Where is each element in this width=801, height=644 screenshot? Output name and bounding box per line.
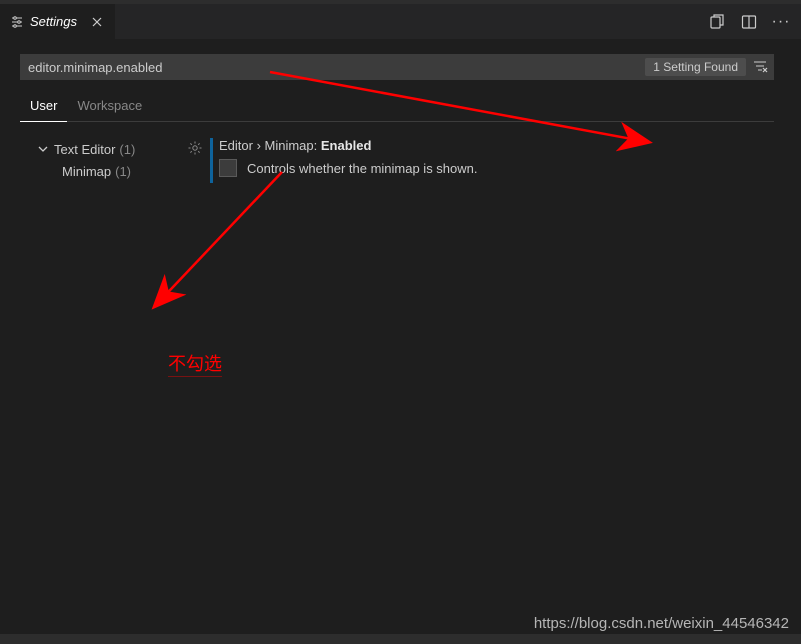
tree-count: (1) [115, 164, 131, 179]
tab-bar: Settings ··· [0, 4, 801, 39]
tree-label: Text Editor [54, 142, 115, 157]
close-icon[interactable] [87, 12, 107, 32]
search-result-count: 1 Setting Found [645, 58, 746, 76]
scope-tabs: User Workspace [20, 92, 774, 122]
tree-item-text-editor[interactable]: Text Editor (1) [0, 138, 180, 160]
tree-item-minimap[interactable]: Minimap (1) [0, 160, 180, 182]
setting-description: Controls whether the minimap is shown. [247, 161, 478, 176]
clear-filter-icon[interactable] [752, 59, 768, 75]
setting-row-minimap-enabled: Editor › Minimap: Enabled Controls wheth… [180, 138, 801, 183]
settings-tree: Text Editor (1) Minimap (1) [0, 132, 180, 183]
bottom-strip [0, 634, 801, 644]
settings-search-row: 1 Setting Found [20, 54, 774, 80]
tab-settings[interactable]: Settings [0, 4, 116, 39]
more-actions-icon[interactable]: ··· [773, 14, 789, 30]
scope-tab-user[interactable]: User [20, 92, 67, 122]
tab-label: Settings [30, 14, 77, 29]
settings-search-input[interactable] [28, 60, 645, 75]
settings-tab-icon [10, 15, 24, 29]
setting-title: Editor › Minimap: Enabled [219, 138, 478, 153]
tree-count: (1) [119, 142, 135, 157]
chevron-down-icon [38, 144, 48, 154]
split-editor-icon[interactable] [741, 14, 757, 30]
tree-label: Minimap [62, 164, 111, 179]
watermark: https://blog.csdn.net/weixin_44546342 [534, 615, 789, 632]
annotation-text: 不勾选 [168, 350, 222, 377]
gear-icon[interactable] [187, 140, 203, 156]
minimap-enabled-checkbox[interactable] [219, 159, 237, 177]
open-changes-icon[interactable] [709, 14, 725, 30]
scope-tab-workspace[interactable]: Workspace [67, 92, 152, 121]
